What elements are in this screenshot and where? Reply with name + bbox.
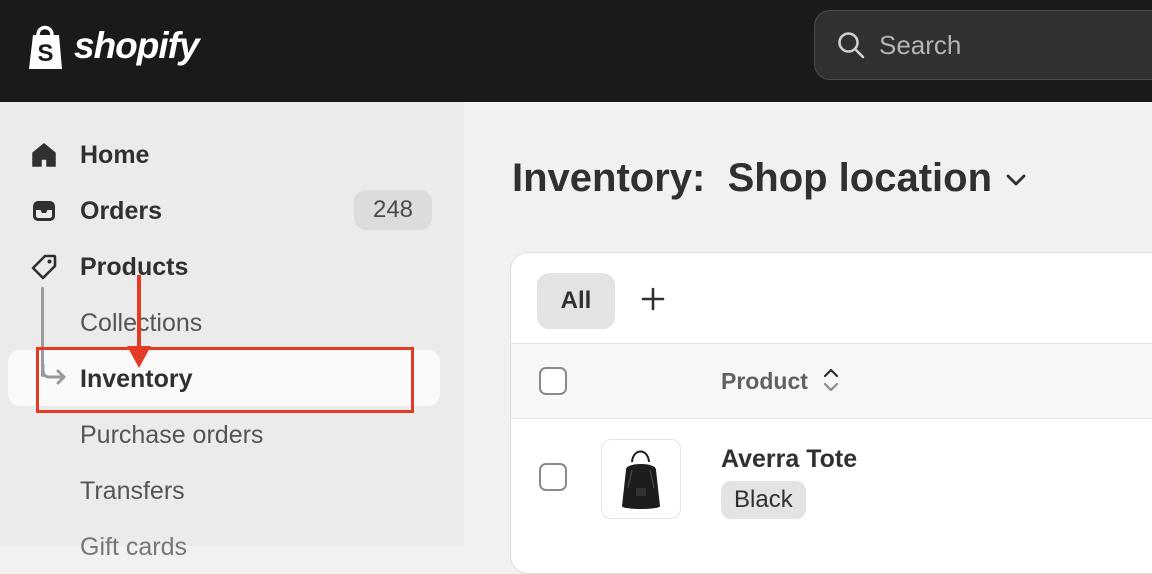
sidebar-item-label: Collections (80, 309, 203, 337)
sidebar: Home Orders 248 Products Collections Inv… (0, 102, 464, 561)
annotation-arrow-head (127, 346, 151, 368)
chevron-down-icon[interactable] (1004, 168, 1028, 192)
sidebar-item-gift-cards[interactable]: Gift cards (0, 520, 464, 572)
add-view-icon[interactable] (641, 287, 665, 311)
column-header-product[interactable]: Product (721, 368, 808, 395)
select-all-checkbox[interactable] (539, 367, 567, 395)
svg-text:S: S (37, 40, 53, 67)
row-checkbox[interactable] (539, 463, 567, 491)
table-header: Product (511, 343, 1152, 419)
tag-icon (31, 254, 57, 280)
sidebar-item-label: Orders (80, 197, 162, 225)
sort-icon[interactable] (823, 367, 839, 393)
sidebar-item-label: Transfers (80, 477, 185, 505)
sidebar-item-label: Products (80, 253, 189, 281)
orders-count-badge: 248 (354, 190, 432, 230)
sidebar-item-label: Home (80, 141, 150, 169)
sidebar-item-orders[interactable]: Orders 248 (0, 184, 464, 236)
search-input[interactable] (877, 28, 1081, 62)
sidebar-item-label: Gift cards (80, 533, 187, 561)
sidebar-item-purchase-orders[interactable]: Purchase orders (0, 408, 464, 460)
sidebar-item-home[interactable]: Home (0, 128, 464, 180)
search-bar[interactable] (814, 10, 1152, 80)
sidebar-item-transfers[interactable]: Transfers (0, 464, 464, 516)
home-icon (32, 143, 56, 167)
annotation-highlight-box (36, 347, 414, 413)
tote-bag-image (622, 450, 660, 509)
search-icon (838, 32, 865, 59)
product-thumbnail (601, 439, 681, 519)
variant-badge: Black (721, 481, 806, 519)
product-name[interactable]: Averra Tote (721, 445, 857, 474)
logo-wordmark: shopify (74, 25, 200, 66)
sidebar-item-products[interactable]: Products (0, 240, 464, 292)
sidebar-item-label: Purchase orders (80, 421, 264, 449)
inventory-card: All Product Averra Tote Black (510, 252, 1152, 574)
top-bar: S shopify (0, 0, 1152, 102)
shopify-bag-icon: S (29, 25, 62, 69)
sidebar-item-collections[interactable]: Collections (0, 296, 464, 348)
shopify-logo[interactable]: S shopify (24, 20, 200, 72)
tab-all[interactable]: All (537, 273, 615, 329)
page-title: Inventory: Shop location (512, 156, 993, 200)
annotation-arrow (137, 275, 141, 350)
inbox-icon (33, 201, 55, 221)
table-row[interactable]: Averra Tote Black (511, 419, 1152, 539)
